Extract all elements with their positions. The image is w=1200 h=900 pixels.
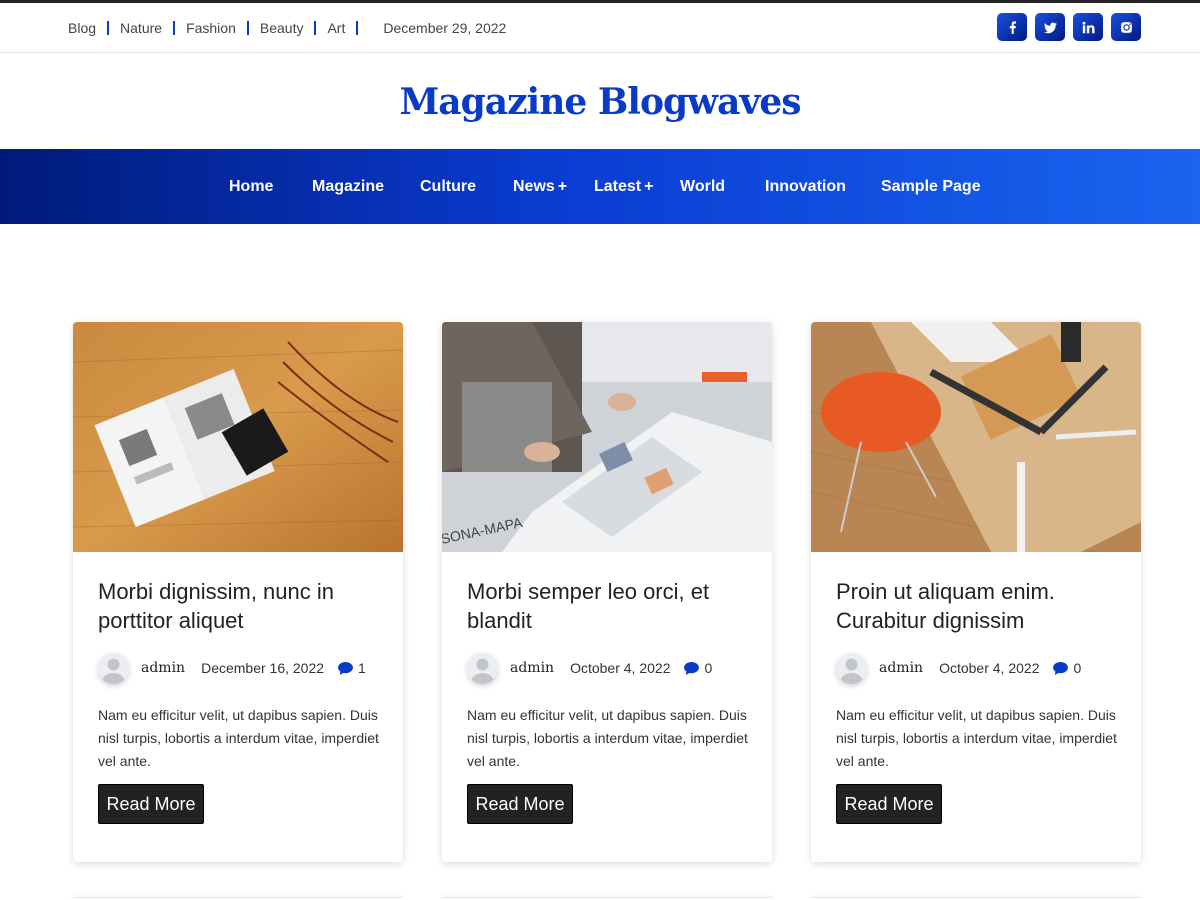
- top-bar: Blog Nature Fashion Beauty Art December …: [0, 3, 1200, 53]
- post-excerpt: Nam eu efficitur velit, ut dapibus sapie…: [836, 707, 1117, 769]
- post-title[interactable]: Morbi dignissim, nunc in porttitor aliqu…: [98, 577, 388, 635]
- top-link-art[interactable]: Art: [327, 20, 345, 36]
- top-link-nature[interactable]: Nature: [120, 20, 162, 36]
- nav-item-magazine[interactable]: Magazine: [312, 149, 384, 224]
- nav-label: World: [680, 177, 726, 195]
- avatar: [98, 652, 129, 684]
- read-more-button[interactable]: Read More: [836, 784, 942, 824]
- top-link-beauty[interactable]: Beauty: [260, 20, 304, 36]
- separator: [107, 21, 110, 35]
- post-thumbnail[interactable]: [73, 322, 403, 552]
- comment-count-value: 1: [358, 660, 366, 676]
- instagram-icon[interactable]: [1111, 13, 1141, 41]
- post-meta: admin December 16, 2022 1: [98, 652, 366, 684]
- top-link-fashion[interactable]: Fashion: [186, 20, 236, 36]
- comment-count[interactable]: 0: [684, 660, 712, 676]
- linkedin-icon[interactable]: [1073, 13, 1103, 41]
- separator: [356, 21, 359, 35]
- nav-item-home[interactable]: Home: [229, 149, 273, 224]
- nav-item-innovation[interactable]: Innovation: [765, 149, 846, 224]
- twitter-icon[interactable]: [1035, 13, 1065, 41]
- post-date[interactable]: October 4, 2022: [570, 660, 670, 676]
- post-title[interactable]: Morbi semper leo orci, et blandit: [467, 577, 757, 635]
- comment-count[interactable]: 1: [338, 660, 366, 676]
- post-date[interactable]: December 16, 2022: [201, 660, 324, 676]
- post-thumbnail[interactable]: [811, 322, 1141, 552]
- facebook-icon[interactable]: [997, 13, 1027, 41]
- read-more-button[interactable]: Read More: [467, 784, 573, 824]
- nav-label: Innovation: [765, 177, 846, 195]
- nav-label: Home: [229, 177, 274, 195]
- post-card: Proin ut aliquam enim. Curabitur digniss…: [811, 322, 1141, 862]
- nav-item-world[interactable]: World: [680, 149, 725, 224]
- post-thumbnail[interactable]: SONA-MAPA: [442, 322, 772, 552]
- post-title[interactable]: Proin ut aliquam enim. Curabitur digniss…: [836, 577, 1126, 635]
- post-excerpt: Nam eu efficitur velit, ut dapibus sapie…: [98, 707, 379, 769]
- avatar: [467, 652, 498, 684]
- separator: [173, 21, 176, 35]
- comment-icon: [684, 661, 700, 675]
- expand-plus-icon[interactable]: +: [644, 178, 653, 196]
- separator: [314, 21, 317, 35]
- nav-label: News: [513, 177, 555, 195]
- expand-plus-icon[interactable]: +: [558, 178, 567, 196]
- nav-label: Latest: [594, 177, 642, 195]
- nav-label: Sample Page: [881, 177, 981, 195]
- main-navigation: Home Magazine Culture News + Latest + Worl…: [0, 149, 1200, 224]
- post-author[interactable]: admin: [510, 660, 554, 676]
- post-card: Morbi dignissim, nunc in porttitor aliqu…: [73, 322, 403, 862]
- avatar: [836, 652, 867, 684]
- comment-count-value: 0: [1073, 660, 1082, 676]
- comment-count-value: 0: [704, 660, 713, 676]
- nav-item-sample-page[interactable]: Sample Page: [881, 149, 981, 224]
- nav-item-latest[interactable]: Latest +: [594, 149, 653, 224]
- nav-item-culture[interactable]: Culture: [420, 149, 476, 224]
- nav-label: Culture: [420, 177, 476, 195]
- post-author[interactable]: admin: [141, 660, 185, 676]
- comment-icon: [338, 661, 353, 675]
- post-meta: admin October 4, 2022 0: [836, 652, 1081, 684]
- separator: [246, 21, 249, 35]
- nav-label: Magazine: [312, 177, 385, 195]
- site-title[interactable]: Magazine Blogwaves: [399, 81, 801, 123]
- nav-item-news[interactable]: News +: [513, 149, 567, 224]
- top-links: Blog Nature Fashion Beauty Art December …: [68, 3, 506, 53]
- post-date[interactable]: October 4, 2022: [939, 660, 1039, 676]
- site-header: Magazine Blogwaves: [0, 54, 1200, 149]
- read-more-button[interactable]: Read More: [98, 784, 204, 824]
- post-meta: admin October 4, 2022 0: [467, 652, 712, 684]
- social-links: [997, 13, 1141, 41]
- top-link-blog[interactable]: Blog: [68, 20, 96, 36]
- comment-count[interactable]: 0: [1053, 660, 1081, 676]
- post-excerpt: Nam eu efficitur velit, ut dapibus sapie…: [467, 707, 748, 769]
- post-card: SONA-MAPA Morbi semper leo orci, et blan…: [442, 322, 772, 862]
- current-date: December 29, 2022: [383, 20, 507, 36]
- comment-icon: [1053, 661, 1069, 675]
- post-author[interactable]: admin: [879, 660, 923, 676]
